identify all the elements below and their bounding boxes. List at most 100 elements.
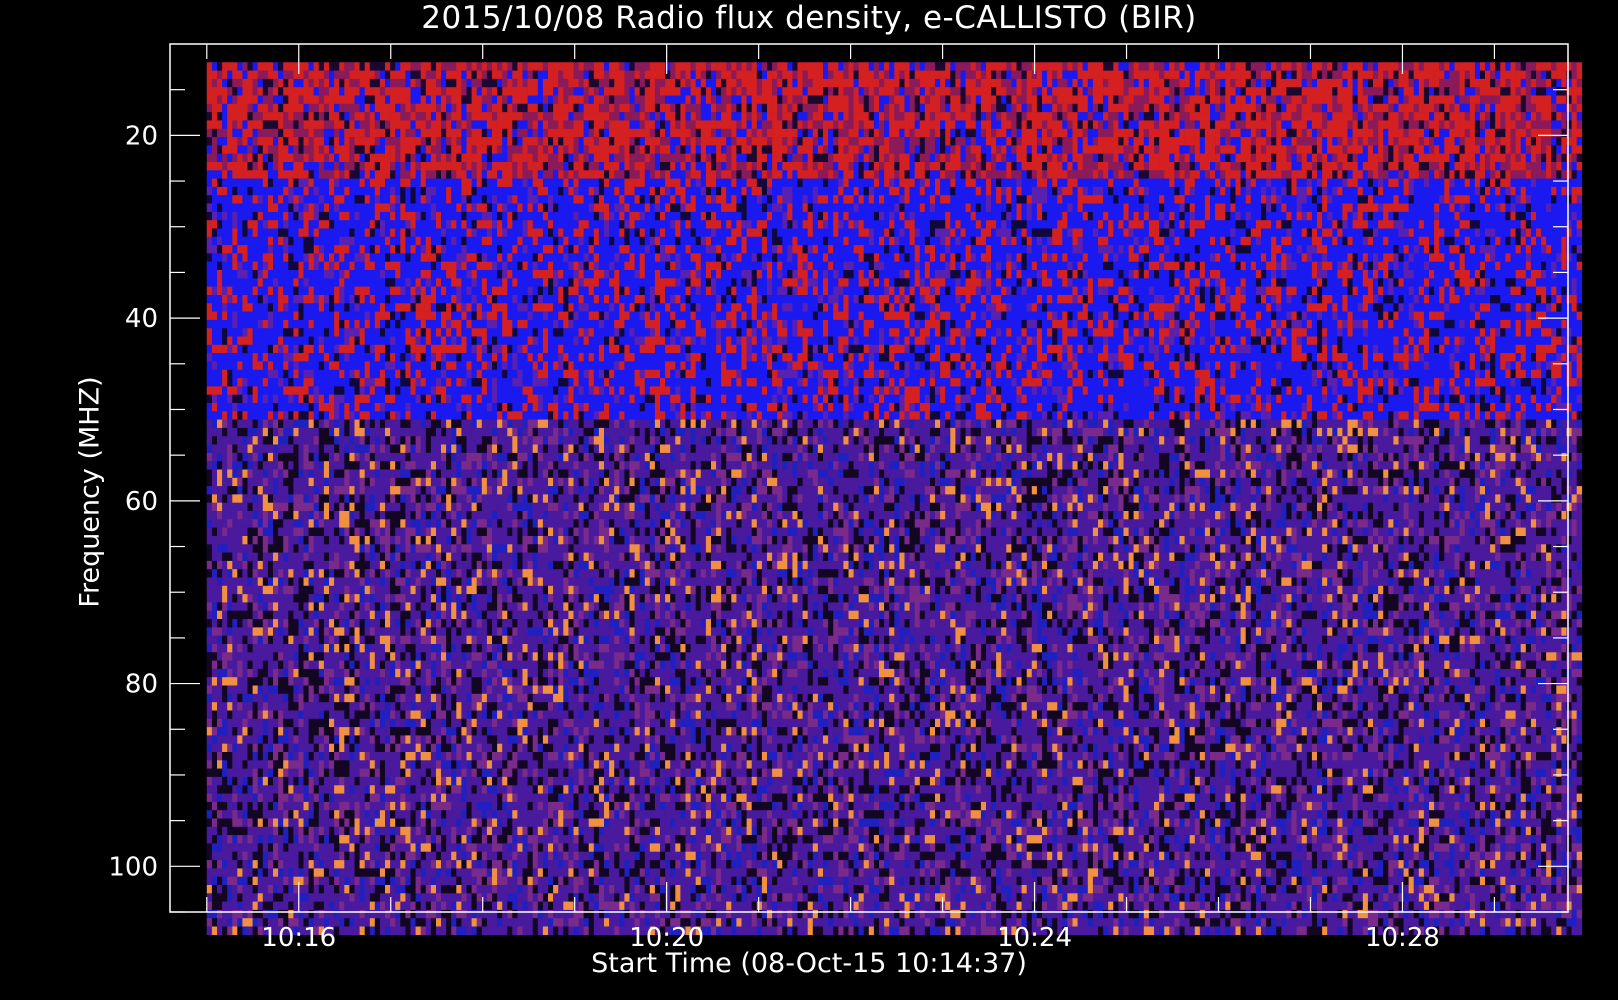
- heatmap-row: [207, 611, 1582, 620]
- heatmap-row: [207, 536, 1582, 545]
- heatmap-row: [207, 179, 1582, 188]
- heatmap-row: [207, 885, 1582, 894]
- heatmap-row: [207, 852, 1582, 861]
- heatmap-row: [207, 719, 1582, 728]
- heatmap-row: [207, 519, 1582, 528]
- x-axis-label: Start Time (08-Oct-15 10:14:37): [0, 948, 1618, 979]
- heatmap-row: [207, 295, 1582, 304]
- heatmap-row: [207, 735, 1582, 744]
- heatmap-row: [207, 386, 1582, 395]
- y-axis-label: Frequency (MHZ): [75, 376, 106, 607]
- heatmap-row: [207, 353, 1582, 362]
- heatmap-row: [207, 87, 1582, 96]
- heatmap-row: [207, 104, 1582, 113]
- heatmap-row: [207, 511, 1582, 520]
- heatmap-row: [207, 802, 1582, 811]
- heatmap-row: [207, 553, 1582, 562]
- heatmap-row: [207, 470, 1582, 479]
- heatmap-row: [207, 162, 1582, 171]
- heatmap-row: [207, 96, 1582, 105]
- y-tick-label: 20: [125, 121, 158, 151]
- heatmap-row: [207, 569, 1582, 578]
- spectrogram-heatmap: [207, 62, 1582, 935]
- heatmap-row: [207, 411, 1582, 420]
- heatmap-row: [207, 112, 1582, 121]
- heatmap-row: [207, 785, 1582, 794]
- heatmap-row: [207, 445, 1582, 454]
- heatmap-row: [207, 602, 1582, 611]
- heatmap-row: [207, 661, 1582, 670]
- heatmap-row: [207, 170, 1582, 179]
- heatmap-row: [207, 669, 1582, 678]
- heatmap-row: [207, 212, 1582, 221]
- heatmap-row: [207, 395, 1582, 404]
- heatmap-row: [207, 711, 1582, 720]
- heatmap-row: [207, 204, 1582, 213]
- heatmap-row: [207, 910, 1582, 919]
- heatmap-row: [207, 686, 1582, 695]
- heatmap-row: [207, 494, 1582, 503]
- heatmap-row: [207, 79, 1582, 88]
- heatmap-row: [207, 777, 1582, 786]
- heatmap-row: [207, 636, 1582, 645]
- heatmap-row: [207, 312, 1582, 321]
- heatmap-row: [207, 619, 1582, 628]
- heatmap-row: [207, 71, 1582, 80]
- heatmap-row: [207, 486, 1582, 495]
- heatmap-row: [207, 370, 1582, 379]
- heatmap-row: [207, 860, 1582, 869]
- spectrogram-chart: 20406080100 10:16 10:20 10:24 10:28: [0, 0, 1618, 1000]
- heatmap-row: [207, 528, 1582, 537]
- heatmap-row: [207, 835, 1582, 844]
- heatmap-row: [207, 503, 1582, 512]
- heatmap-row: [207, 62, 1582, 71]
- heatmap-row: [207, 345, 1582, 354]
- heatmap-row: [207, 561, 1582, 570]
- heatmap-row: [207, 303, 1582, 312]
- heatmap-row: [207, 245, 1582, 254]
- heatmap-row: [207, 237, 1582, 246]
- heatmap-row: [207, 694, 1582, 703]
- heatmap-row: [207, 262, 1582, 271]
- heatmap-row: [207, 154, 1582, 163]
- heatmap-row: [207, 868, 1582, 877]
- y-tick-label: 100: [108, 852, 158, 882]
- heatmap-row: [207, 137, 1582, 146]
- heatmap-row: [207, 120, 1582, 129]
- heatmap-row: [207, 478, 1582, 487]
- heatmap-row: [207, 337, 1582, 346]
- heatmap-row: [207, 220, 1582, 229]
- y-tick-label: 80: [125, 670, 158, 700]
- heatmap-row: [207, 594, 1582, 603]
- heatmap-row: [207, 677, 1582, 686]
- heatmap-row: [207, 893, 1582, 902]
- chart-title: 2015/10/08 Radio flux density, e-CALLIST…: [0, 0, 1618, 36]
- heatmap-row: [207, 760, 1582, 769]
- heatmap-row: [207, 702, 1582, 711]
- heatmap-row: [207, 453, 1582, 462]
- heatmap-row: [207, 877, 1582, 886]
- heatmap-row: [207, 328, 1582, 337]
- heatmap-row: [207, 794, 1582, 803]
- heatmap-row: [207, 270, 1582, 279]
- heatmap-row: [207, 378, 1582, 387]
- heatmap-row: [207, 902, 1582, 911]
- heatmap-row: [207, 578, 1582, 587]
- heatmap-row: [207, 436, 1582, 445]
- heatmap-row: [207, 361, 1582, 370]
- heatmap-row: [207, 652, 1582, 661]
- heatmap-row: [207, 320, 1582, 329]
- heatmap-row: [207, 229, 1582, 238]
- heatmap-row: [207, 145, 1582, 154]
- heatmap-row: [207, 187, 1582, 196]
- heatmap-row: [207, 644, 1582, 653]
- heatmap-row: [207, 403, 1582, 412]
- heatmap-row: [207, 727, 1582, 736]
- y-tick-label: 60: [125, 487, 158, 517]
- heatmap-row: [207, 195, 1582, 204]
- heatmap-row: [207, 253, 1582, 262]
- heatmap-row: [207, 627, 1582, 636]
- heatmap-row: [207, 287, 1582, 296]
- heatmap-row: [207, 827, 1582, 836]
- heatmap-row: [207, 461, 1582, 470]
